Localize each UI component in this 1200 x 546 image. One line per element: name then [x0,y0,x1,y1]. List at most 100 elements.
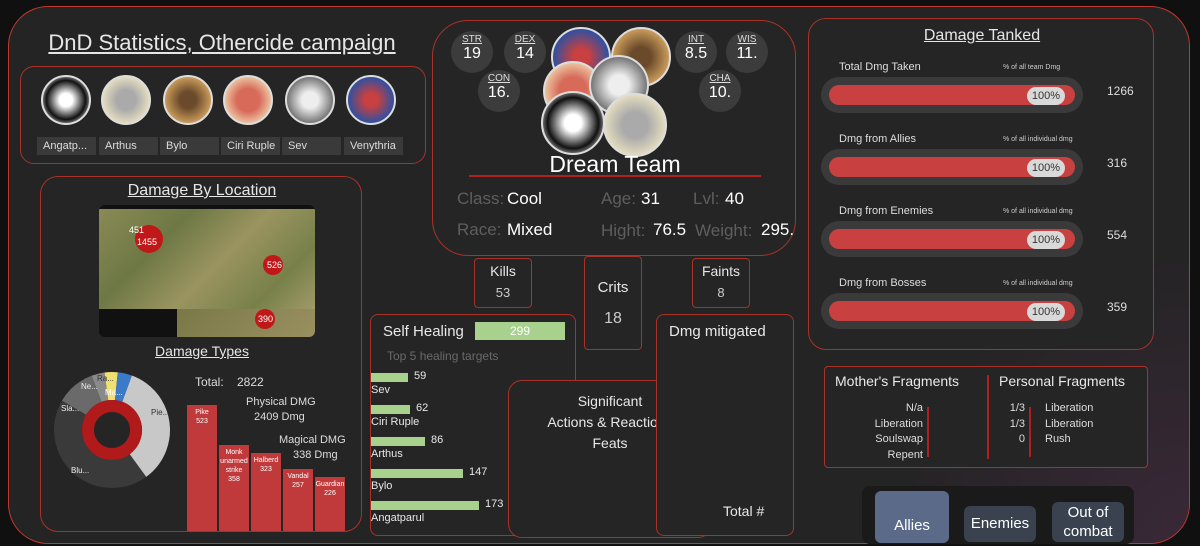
mother-fragment-item: Liberation [874,417,923,430]
weapon-bar-value: 257 [292,482,304,489]
kills-value: 53 [495,285,511,300]
healing-target-bar[interactable] [371,405,410,414]
tanked-row-bar[interactable]: 100% [821,77,1083,113]
character-portrait-arthus[interactable] [101,75,151,125]
faints-value: 8 [717,285,725,300]
donut-label-ma: Ma... [105,388,123,397]
hight-label: Hight: [601,221,646,240]
race-value: Mixed [507,220,553,239]
tanked-row-value: 316 [1107,156,1128,170]
race-label: Race: [457,220,502,239]
stat-dex: DEX 14 [504,31,546,73]
tanked-row-value: 554 [1107,228,1128,242]
stat-wis: WIS 11. [726,31,768,73]
kills-card: Kills 53 [474,258,532,308]
tanked-row-bar[interactable]: 100% [821,293,1083,329]
weapon-bar[interactable]: Monk unarmed strike 358 [219,445,249,531]
weapon-bar-label: Halberd [253,457,279,464]
donut-label-blu: Blu... [71,466,89,475]
healing-target-name: Sev [371,384,390,396]
weapon-bar[interactable]: Pike 523 [187,405,217,531]
fragments-inner-divider-mother [927,407,929,457]
self-healing-title: Self Healing [383,323,464,340]
damage-types-donut[interactable]: Pie... Blu... Sla... Ne... Ra... Ma... [49,367,175,493]
healing-target-value: 147 [469,466,488,478]
weight-value: 295. [761,220,795,239]
character-portrait-venythria[interactable] [346,75,396,125]
mothers-fragments-list: N/a Liberation Soulswap Repent [825,401,923,463]
stat-int: INT 8.5 [675,31,717,73]
healing-target-bar[interactable] [371,373,408,382]
character-selector: Angatp... Arthus Bylo Ciri Ruple Sev Ven… [20,66,426,164]
mother-fragment-item: Repent [887,448,923,461]
personal-fragments-counts: 1/3 1/3 0 [989,401,1025,448]
donut-label-pie: Pie... [151,408,169,417]
personal-fragment-count: 1/3 [1009,402,1025,414]
weapon-bar-value: 523 [196,418,208,425]
character-chip-arthus[interactable]: Arthus [99,137,158,155]
character-chip-bylo[interactable]: Bylo [160,137,219,155]
out-of-combat-button[interactable]: Out of combat [1052,502,1124,542]
damage-location-title: Damage By Location [127,182,277,199]
class-label: Class: [457,189,505,208]
mother-fragment-item: N/a [905,402,923,414]
healing-target-bar[interactable] [371,501,479,510]
weapon-bar-label: Vandal [287,473,309,480]
character-chip-angatparul[interactable]: Angatp... [37,137,96,155]
age-value: 31 [641,189,660,208]
map-marker-label-526: 526 [267,260,283,270]
personal-fragments-names: Liberation Liberation Rush [1045,401,1093,448]
tanked-row-bar-fill: 100% [829,85,1075,105]
character-portrait-angatparul[interactable] [41,75,91,125]
page-title: DnD Statistics, Othercide campaign [48,30,396,55]
tanked-row-label: Dmg from Enemies [839,205,934,217]
character-portrait-bylo[interactable] [163,75,213,125]
donut-label-ne: Ne... [81,382,98,391]
tanked-row-note: % of all individual dmg [1003,208,1073,215]
character-portrait-sev[interactable] [285,75,335,125]
healing-target-value: 86 [431,434,444,446]
tanked-row-note: % of all individual dmg [1003,136,1073,143]
allies-button[interactable]: Allies [875,491,949,543]
tanked-row-bar[interactable]: 100% [821,221,1083,257]
stat-cha: CHA 10. [699,70,741,112]
map-marker-label-451: 451 [129,225,145,235]
enemies-button[interactable]: Enemies [964,506,1036,542]
healing-target-bar[interactable] [371,469,463,478]
weapon-bar-label: Pike [195,409,209,416]
map-marker-label-1455: 1455 [137,237,158,247]
healing-target-value: 62 [416,402,429,414]
faints-label: Faints [701,263,741,279]
crits-value: 18 [604,310,622,327]
character-chip-sev[interactable]: Sev [282,137,341,155]
donut-label-sla: Sla... [61,404,79,413]
team-profile-panel: STR 19 DEX 14 CON 16. INT 8.5 WIS 11. CHA 10. … [432,20,796,256]
character-chip-venythria[interactable]: Venythria [344,137,403,155]
tanked-row-bar-fill: 100% [829,301,1075,321]
stat-str: STR 19 [451,31,493,73]
weapon-bar[interactable]: Guardian 226 [315,477,345,531]
weapon-bar-value: 226 [324,490,336,497]
team-portrait-angatparul [541,91,605,155]
mothers-fragments-title: Mother's Fragments [835,373,960,389]
personal-fragment-count: 1/3 [1009,417,1025,430]
class-value: Cool [507,189,542,208]
crits-card: Crits 18 [584,256,642,350]
weapon-bar[interactable]: Vandal 257 [283,469,313,531]
character-chip-ciri-ruple[interactable]: Ciri Ruple [221,137,280,155]
character-portrait-ciri-ruple[interactable] [223,75,273,125]
map-terrain [99,209,315,309]
healing-target-name: Angatparul [371,512,425,524]
tanked-row-note: % of all individual dmg [1003,280,1073,287]
weapon-bar[interactable]: Halberd 323 [251,453,281,531]
location-map[interactable]: 1455 451 526 390 [99,205,315,337]
team-name: Dream Team [549,151,681,177]
fragments-inner-divider-personal [1029,407,1031,457]
damage-tanked-rows: Total Dmg Taken % of all team Dmg 100% 1266… [809,19,1155,351]
tanked-row-percent: 100% [1027,87,1065,105]
weapon-bar-value: 358 [228,476,240,483]
tanked-row-bar[interactable]: 100% [821,149,1083,185]
fragments-panel: Mother's Fragments Personal Fragments N/… [824,366,1148,468]
tanked-row-percent: 100% [1027,159,1065,177]
healing-target-bar[interactable] [371,437,425,446]
